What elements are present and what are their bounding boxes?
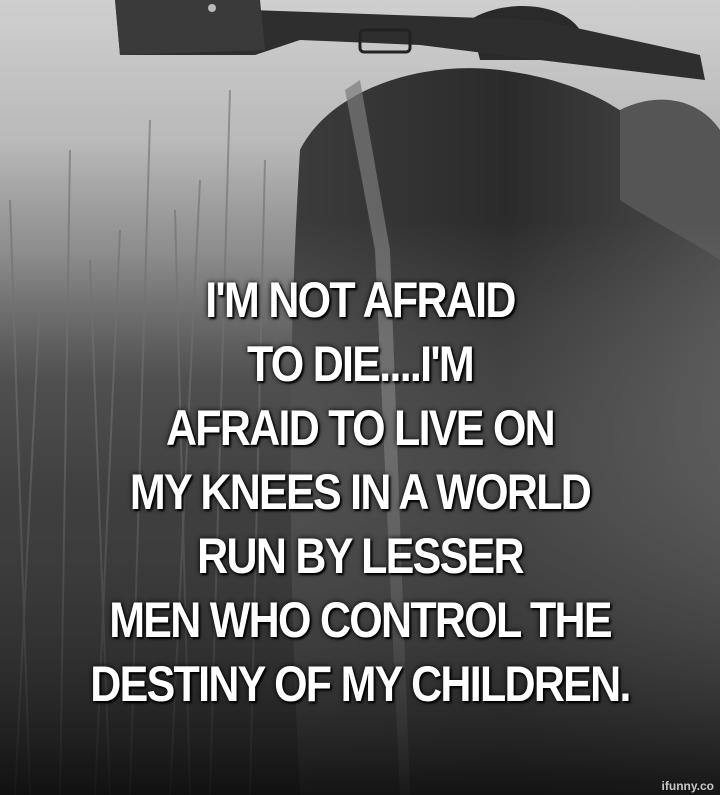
quote-caption: I'M NOT AFRAID TO DIE....I'M AFRAID TO L… <box>50 268 669 716</box>
photo-scene: I'M NOT AFRAID TO DIE....I'M AFRAID TO L… <box>0 0 720 795</box>
caption-line: DESTINY OF MY CHILDREN. <box>90 656 631 712</box>
caption-line: MY KNEES IN A WORLD <box>129 464 592 520</box>
caption-line: MEN WHO CONTROL THE <box>109 592 612 648</box>
caption-line: RUN BY LESSER <box>197 528 524 584</box>
rifle <box>115 0 705 80</box>
watermark-logo: ifunny.co <box>661 779 714 793</box>
caption-line: TO DIE....I'M <box>247 336 475 392</box>
caption-line: I'M NOT AFRAID <box>205 272 516 328</box>
caption-line: AFRAID TO LIVE ON <box>165 400 556 456</box>
